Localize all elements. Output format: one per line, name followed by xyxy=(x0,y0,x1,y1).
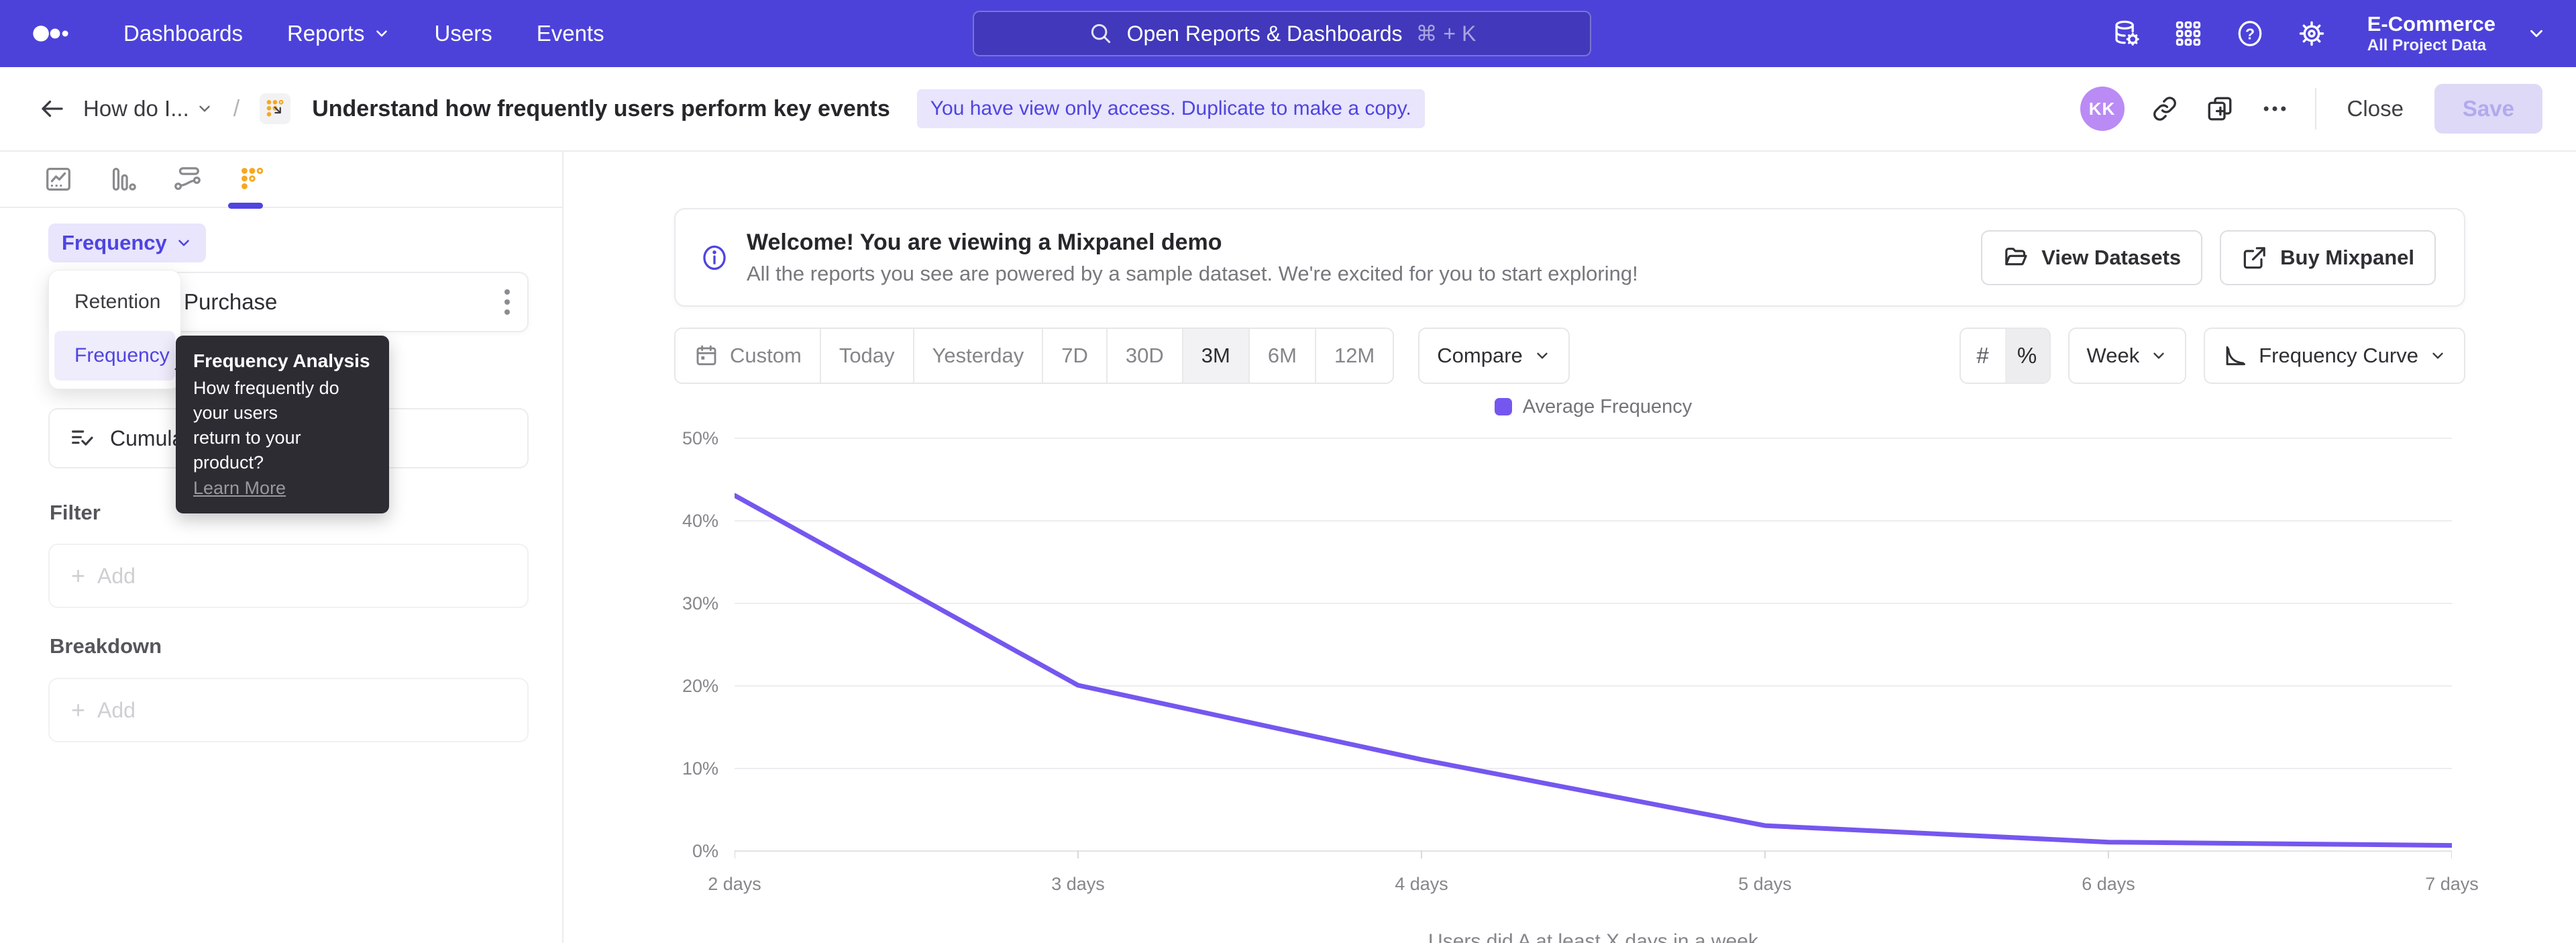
save-button[interactable]: Save xyxy=(2434,84,2542,134)
apps-grid-icon[interactable] xyxy=(2173,18,2204,49)
help-icon[interactable]: ? xyxy=(2235,18,2265,49)
project-scope: All Project Data xyxy=(2367,36,2496,55)
metric-type-dropdown[interactable]: Frequency xyxy=(48,224,206,262)
back-icon[interactable] xyxy=(38,94,67,123)
mixpanel-logo[interactable] xyxy=(32,17,83,50)
chevron-down-icon xyxy=(2429,347,2447,364)
absolute-toggle[interactable]: # xyxy=(1961,329,2005,383)
close-button[interactable]: Close xyxy=(2342,96,2409,121)
report-title: Understand how frequently users perform … xyxy=(312,96,890,122)
search-shortcut: ⌘ + K xyxy=(1416,21,1477,46)
cumulative-icon xyxy=(68,425,95,452)
metric-type-menu: Retention Frequency xyxy=(48,270,181,389)
legend-label: Average Frequency xyxy=(1523,396,1693,418)
range-30d[interactable]: 30D xyxy=(1106,329,1182,383)
breadcrumb-separator: / xyxy=(233,96,239,122)
filter-add-button[interactable]: + Add xyxy=(48,544,529,608)
nav-users[interactable]: Users xyxy=(435,21,492,46)
frequency-curve-line xyxy=(735,431,2452,860)
chevron-down-icon xyxy=(196,100,213,117)
data-management-icon[interactable] xyxy=(2111,18,2142,49)
search-icon xyxy=(1088,21,1114,46)
more-options-icon[interactable] xyxy=(2260,94,2290,123)
menu-item-retention[interactable]: Retention xyxy=(54,277,175,327)
tab-flows[interactable] xyxy=(172,164,203,195)
nav-reports[interactable]: Reports xyxy=(287,21,390,46)
granularity-dropdown[interactable]: Week xyxy=(2068,328,2187,384)
duplicate-icon[interactable] xyxy=(2205,94,2235,123)
percent-toggle[interactable]: % xyxy=(2005,329,2049,383)
range-12m[interactable]: 12M xyxy=(1315,329,1393,383)
retention-report-icon[interactable] xyxy=(260,93,290,124)
top-nav: Dashboards Reports Users Events Open Rep… xyxy=(0,0,2576,67)
chevron-down-icon xyxy=(1534,347,1551,364)
range-6m[interactable]: 6M xyxy=(1248,329,1315,383)
chevron-down-icon xyxy=(2526,23,2546,44)
frequency-tooltip: Frequency Analysis How frequently do you… xyxy=(176,336,389,513)
tab-insights[interactable] xyxy=(43,164,74,195)
range-yesterday[interactable]: Yesterday xyxy=(913,329,1042,383)
nav-events[interactable]: Events xyxy=(537,21,604,46)
copy-link-icon[interactable] xyxy=(2150,94,2180,123)
frequency-curve-icon xyxy=(2222,343,2248,368)
demo-banner: Welcome! You are viewing a Mixpanel demo… xyxy=(674,208,2465,307)
folder-icon xyxy=(2002,244,2029,271)
event-name: Purchase xyxy=(184,289,277,315)
search-placeholder: Open Reports & Dashboards xyxy=(1127,21,1403,46)
range-today[interactable]: Today xyxy=(820,329,913,383)
report-header: How do I... / Understand how frequently … xyxy=(0,67,2576,152)
chart-legend[interactable]: Average Frequency xyxy=(735,393,2452,420)
svg-text:?: ? xyxy=(2245,25,2255,42)
chevron-down-icon xyxy=(373,25,390,42)
banner-title: Welcome! You are viewing a Mixpanel demo xyxy=(747,231,1638,254)
info-icon xyxy=(700,243,729,272)
range-custom[interactable]: Custom xyxy=(676,329,820,383)
menu-item-frequency[interactable]: Frequency xyxy=(54,331,175,381)
project-name: E-Commerce xyxy=(2367,12,2496,36)
range-7d[interactable]: 7D xyxy=(1042,329,1106,383)
avatar[interactable]: KK xyxy=(2080,87,2125,131)
event-options-icon[interactable] xyxy=(504,289,510,315)
chart-caption: Users did A at least X days in a week xyxy=(735,930,2452,943)
tooltip-title: Frequency Analysis xyxy=(193,350,372,372)
frequency-chart: Average Frequency 50%40% 30%20% 10%0% 2 … xyxy=(735,393,2452,860)
report-main: Welcome! You are viewing a Mixpanel demo… xyxy=(564,152,2576,943)
range-3m[interactable]: 3M xyxy=(1182,329,1248,383)
settings-gear-icon[interactable] xyxy=(2296,18,2327,49)
filter-heading: Filter xyxy=(50,501,101,525)
chevron-down-icon xyxy=(175,234,193,252)
mixpanel-app: Dashboards Reports Users Events Open Rep… xyxy=(0,0,2576,943)
breakdown-add-button[interactable]: + Add xyxy=(48,678,529,742)
view-only-notice[interactable]: You have view only access. Duplicate to … xyxy=(917,89,1425,128)
chart-plot-area[interactable]: 50%40% 30%20% 10%0% 2 days3 days 4 days5… xyxy=(735,431,2452,860)
plus-icon: + xyxy=(71,564,85,588)
learn-more-link[interactable]: Learn More xyxy=(193,478,286,499)
global-search[interactable]: Open Reports & Dashboards ⌘ + K xyxy=(973,11,1591,56)
breakdown-heading: Breakdown xyxy=(50,634,162,658)
report-type-tabs xyxy=(0,152,562,208)
project-switcher[interactable]: E-Commerce All Project Data xyxy=(2367,12,2496,54)
plus-icon: + xyxy=(71,698,85,722)
chevron-down-icon xyxy=(2150,347,2167,364)
value-format-toggle: # % xyxy=(1960,328,2051,384)
calendar-icon xyxy=(694,343,719,368)
compare-button[interactable]: Compare xyxy=(1418,328,1570,384)
tab-funnels[interactable] xyxy=(107,164,138,195)
view-datasets-button[interactable]: View Datasets xyxy=(1981,230,2202,285)
breadcrumb[interactable]: How do I... xyxy=(83,96,213,121)
banner-subtitle: All the reports you see are powered by a… xyxy=(747,263,1638,284)
tab-retention[interactable] xyxy=(236,164,267,195)
chart-type-dropdown[interactable]: Frequency Curve xyxy=(2204,328,2465,384)
query-builder-sidebar: Frequency Purchase Retention Frequency F… xyxy=(0,152,564,943)
active-tab-indicator xyxy=(228,203,263,209)
buy-mixpanel-button[interactable]: Buy Mixpanel xyxy=(2220,230,2436,285)
legend-swatch xyxy=(1495,398,1512,415)
nav-dashboards[interactable]: Dashboards xyxy=(123,21,243,46)
tooltip-body: How frequently do your users return to y… xyxy=(193,376,372,475)
external-link-icon xyxy=(2241,244,2268,271)
header-divider xyxy=(2315,88,2316,130)
primary-nav: Dashboards Reports Users Events xyxy=(123,21,604,46)
chart-controls: Custom Today Yesterday 7D 30D 3M 6M 12M … xyxy=(674,328,2465,384)
date-range-selector: Custom Today Yesterday 7D 30D 3M 6M 12M xyxy=(674,328,1394,384)
